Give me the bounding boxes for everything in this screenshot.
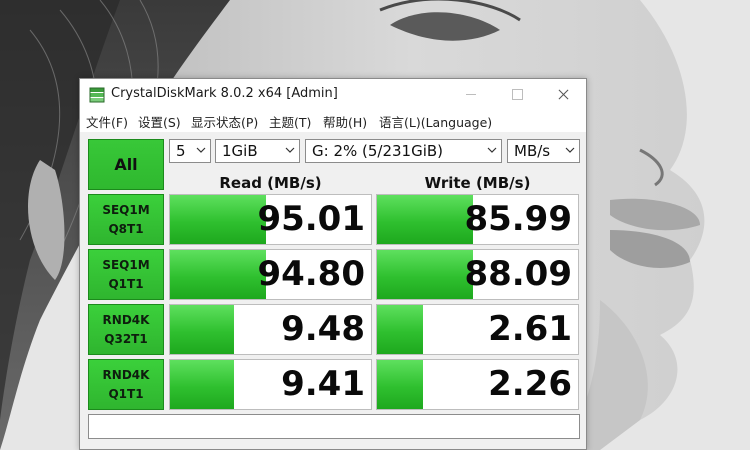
write-progress-bar (377, 195, 474, 244)
chevron-down-icon (196, 147, 206, 153)
write-value: 88.09 (464, 254, 572, 294)
drive-value: G: 2% (5/231GiB) (312, 142, 444, 160)
menu-display-status[interactable]: 显示状态(P) (191, 112, 258, 131)
read-value: 9.48 (281, 309, 365, 349)
app-window: CrystalDiskMark 8.0.2 x64 [Admin] 文件(F) … (79, 78, 587, 450)
write-result-cell: 2.61 (376, 304, 579, 355)
test-rnd4k-q32t1-button[interactable]: RND4K Q32T1 (88, 304, 164, 355)
test-name: RND4K (102, 367, 150, 382)
menu-help[interactable]: 帮助(H) (323, 112, 367, 131)
menu-language[interactable]: 语言(L)(Language) (379, 112, 492, 131)
minimize-icon[interactable] (448, 79, 494, 110)
menu-bar: 文件(F) 设置(S) 显示状态(P) 主题(T) 帮助(H) 语言(L)(La… (80, 110, 586, 132)
read-result-cell: 94.80 (169, 249, 372, 300)
drive-select[interactable]: G: 2% (5/231GiB) (305, 139, 502, 163)
write-result-cell: 88.09 (376, 249, 579, 300)
test-size-select[interactable]: 1GiB (215, 139, 300, 163)
test-rnd4k-q1t1-button[interactable]: RND4K Q1T1 (88, 359, 164, 410)
read-progress-bar (170, 195, 267, 244)
read-result-cell: 9.48 (169, 304, 372, 355)
write-column-header: Write (MB/s) (424, 174, 531, 192)
read-result-cell: 95.01 (169, 194, 372, 245)
test-name: SEQ1M (102, 202, 150, 217)
unit-select[interactable]: MB/s (507, 139, 580, 163)
read-progress-bar (170, 360, 235, 409)
test-name: RND4K (102, 312, 150, 327)
write-value: 2.26 (488, 364, 572, 404)
read-column-header: Read (MB/s) (219, 174, 322, 192)
read-progress-bar (170, 305, 235, 354)
read-progress-bar (170, 250, 267, 299)
disk-icon (89, 87, 105, 103)
write-result-cell: 2.26 (376, 359, 579, 410)
read-result-cell: 9.41 (169, 359, 372, 410)
test-name: SEQ1M (102, 257, 150, 272)
chevron-down-icon (565, 147, 575, 153)
comment-field[interactable] (88, 414, 580, 439)
all-button[interactable]: All (88, 139, 164, 190)
test-count-value: 5 (176, 142, 186, 160)
test-seq1m-q8t1-button[interactable]: SEQ1M Q8T1 (88, 194, 164, 245)
window-title: CrystalDiskMark 8.0.2 x64 [Admin] (111, 86, 338, 101)
menu-theme[interactable]: 主题(T) (269, 112, 311, 131)
test-params: Q32T1 (104, 331, 148, 346)
menu-file[interactable]: 文件(F) (86, 112, 128, 131)
menu-settings[interactable]: 设置(S) (138, 112, 181, 131)
write-result-cell: 85.99 (376, 194, 579, 245)
write-value: 85.99 (464, 199, 572, 239)
read-value: 9.41 (281, 364, 365, 404)
test-params: Q1T1 (108, 386, 144, 401)
unit-value: MB/s (514, 142, 551, 160)
test-params: Q8T1 (108, 221, 144, 236)
write-progress-bar (377, 360, 424, 409)
maximize-icon[interactable] (494, 79, 540, 110)
chevron-down-icon (285, 147, 295, 153)
close-icon[interactable] (540, 79, 586, 110)
chevron-down-icon (487, 147, 497, 153)
test-count-select[interactable]: 5 (169, 139, 211, 163)
test-seq1m-q1t1-button[interactable]: SEQ1M Q1T1 (88, 249, 164, 300)
read-value: 94.80 (257, 254, 365, 294)
write-progress-bar (377, 305, 424, 354)
test-params: Q1T1 (108, 276, 144, 291)
write-value: 2.61 (488, 309, 572, 349)
write-progress-bar (377, 250, 474, 299)
test-size-value: 1GiB (222, 142, 258, 160)
title-bar[interactable]: CrystalDiskMark 8.0.2 x64 [Admin] (80, 79, 586, 110)
read-value: 95.01 (257, 199, 365, 239)
